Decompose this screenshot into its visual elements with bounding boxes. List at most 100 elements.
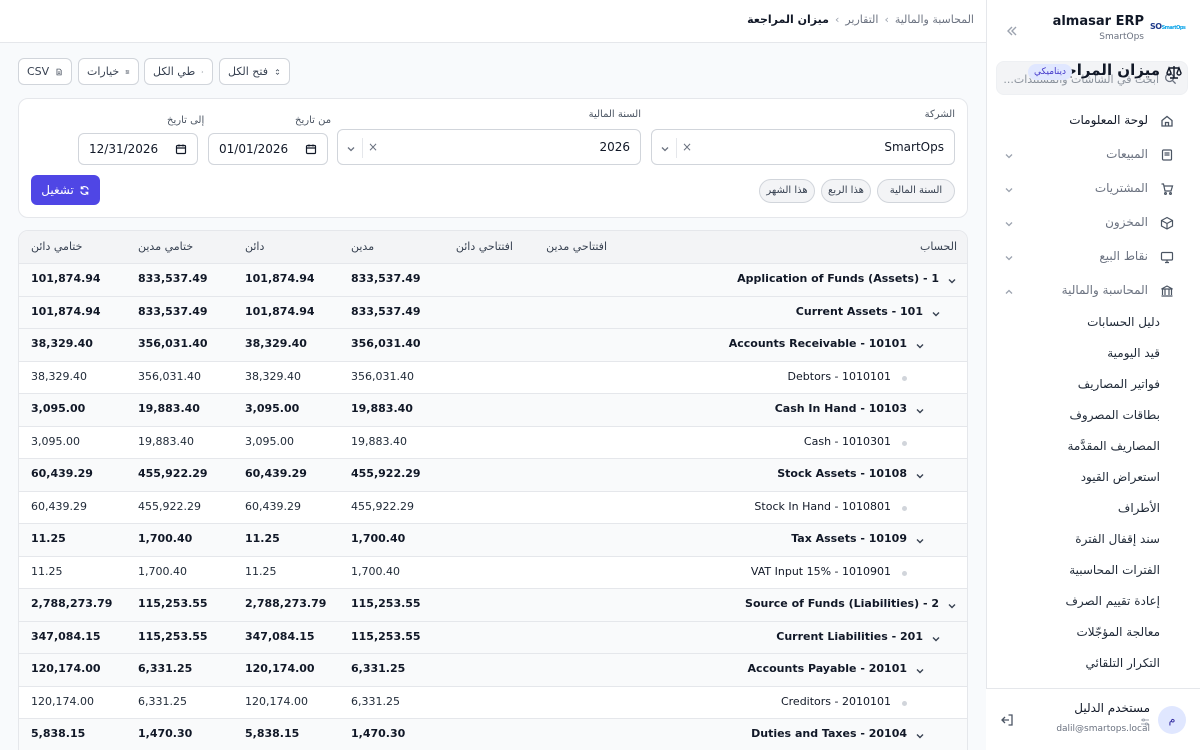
sidebar-subitem-period-closing[interactable]: سند إقفال الفترة bbox=[1020, 532, 1160, 556]
to-date-input[interactable]: 12/31/2026 bbox=[78, 133, 198, 165]
credit-cell: 11.25 bbox=[245, 565, 277, 578]
chevron-down-icon[interactable] bbox=[947, 275, 957, 285]
table-row[interactable]: Cash In Hand - 10103 19,883.40 3,095.00 19,… bbox=[19, 394, 967, 427]
preset-this-month-chip[interactable]: هذا الشهر bbox=[759, 179, 815, 203]
closing-credit-cell: 3,095.00 bbox=[31, 435, 80, 448]
expand-all-button[interactable]: فتح الكل bbox=[219, 58, 290, 85]
closing-debit-cell: 6,331.25 bbox=[138, 695, 187, 708]
table-row[interactable]: Application of Funds (Assets) - 1 833,537… bbox=[19, 264, 967, 297]
avatar[interactable]: م bbox=[1158, 706, 1186, 734]
table-row[interactable]: Stock Assets - 10108 455,922.29 60,439.29 4… bbox=[19, 459, 967, 492]
select-divider bbox=[362, 138, 363, 158]
bank-icon bbox=[1160, 284, 1174, 298]
sidebar-subitem-deferrals[interactable]: معالجة المؤجّلات bbox=[1020, 625, 1160, 649]
credit-cell: 2,788,273.79 bbox=[245, 597, 327, 610]
chevron-down-icon[interactable] bbox=[915, 405, 925, 415]
chevron-down-icon[interactable] bbox=[915, 730, 925, 740]
refresh-icon bbox=[80, 185, 89, 195]
collapse-all-button[interactable]: طي الكل bbox=[144, 58, 213, 85]
leaf-dot bbox=[902, 506, 907, 511]
csv-label: CSV bbox=[27, 65, 50, 78]
sidebar-item-accounting[interactable]: المحاسبة والمالية bbox=[996, 277, 1188, 305]
chevron-down-icon[interactable] bbox=[660, 143, 670, 153]
chevron-down-icon[interactable] bbox=[346, 143, 356, 153]
closing-debit-cell: 356,031.40 bbox=[138, 370, 201, 383]
col-account: الحساب bbox=[919, 240, 957, 253]
calendar-icon[interactable] bbox=[305, 143, 317, 155]
receipt-icon bbox=[1160, 148, 1174, 162]
table-header: الحساب افتتاحي مدين افتتاحي دائن مدين دا… bbox=[19, 231, 967, 264]
table-row: Creditors - 2010101 6,331.25 120,174.00 6,3… bbox=[19, 687, 967, 719]
from-date-input[interactable]: 01/01/2026 bbox=[208, 133, 328, 165]
breadcrumb-current: ميزان المراجعة bbox=[747, 13, 829, 26]
user-panel: م مستخدم الدليل dalil@smartops.local bbox=[986, 688, 1200, 750]
table-row[interactable]: Duties and Taxes - 20104 1,470.30 5,838.15… bbox=[19, 719, 967, 750]
sidebar-subitem-expense-cards[interactable]: بطاقات المصروف bbox=[1020, 408, 1160, 432]
closing-debit-cell: 356,031.40 bbox=[138, 337, 208, 350]
sidebar-subitem-prepaid-expenses[interactable]: المصاريف المقدَّمة bbox=[1020, 439, 1160, 463]
company-select[interactable]: SmartOps × bbox=[651, 129, 955, 165]
sidebar-subitem-parties[interactable]: الأطراف bbox=[1020, 501, 1160, 525]
closing-credit-cell: 101,874.94 bbox=[31, 305, 101, 318]
box-icon bbox=[1160, 216, 1174, 230]
sidebar-subitem-accounting-periods[interactable]: الفترات المحاسبية bbox=[1020, 563, 1160, 587]
company-label: الشركة bbox=[924, 109, 955, 120]
table-row[interactable]: Current Liabilities - 201 115,253.55 347,0… bbox=[19, 622, 967, 654]
collapse-sidebar-icon[interactable] bbox=[1005, 24, 1019, 38]
sidebar-subitem-browse-entries[interactable]: استعراض القيود bbox=[1020, 470, 1160, 494]
chevron-down-icon[interactable] bbox=[947, 600, 957, 610]
account-name: VAT Input 15% - 1010901 bbox=[750, 565, 891, 578]
topbar: المحاسبة والمالية › التقارير › ميزان الم… bbox=[0, 0, 986, 43]
clear-fiscal-year-icon[interactable]: × bbox=[368, 140, 378, 154]
sidebar-item-dashboard[interactable]: لوحة المعلومات bbox=[996, 107, 1188, 135]
chevron-down-icon bbox=[1004, 150, 1014, 160]
sidebar-subitem-expense-invoices[interactable]: فواتير المصاريف bbox=[1020, 377, 1160, 401]
sidebar-subitem-auto-repeat[interactable]: التكرار التلقائي bbox=[1020, 656, 1160, 680]
chevron-down-icon[interactable] bbox=[931, 308, 941, 318]
chevron-down-icon[interactable] bbox=[915, 665, 925, 675]
logout-icon[interactable] bbox=[1000, 713, 1014, 727]
credit-cell: 3,095.00 bbox=[245, 402, 300, 415]
fiscal-year-select[interactable]: 2026 × bbox=[337, 129, 641, 165]
filter-card: الشركة SmartOps × السنة المالية 2026 × م… bbox=[18, 98, 968, 218]
account-name: Accounts Payable - 20101 bbox=[747, 662, 907, 675]
home-icon bbox=[1160, 114, 1174, 128]
credit-cell: 101,874.94 bbox=[245, 272, 315, 285]
account-name: Duties and Taxes - 20104 bbox=[751, 727, 907, 740]
sidebar-subitem-journal-entry[interactable]: قيد اليومية bbox=[1020, 346, 1160, 370]
table-row[interactable]: Accounts Receivable - 10101 356,031.40 38,… bbox=[19, 329, 967, 362]
table-row[interactable]: Source of Funds (Liabilities) - 2 115,253… bbox=[19, 589, 967, 622]
calendar-icon[interactable] bbox=[175, 143, 187, 155]
sidebar-item-inventory[interactable]: المخزون bbox=[996, 209, 1188, 237]
clear-company-icon[interactable]: × bbox=[682, 140, 692, 154]
credit-cell: 120,174.00 bbox=[245, 662, 315, 675]
breadcrumb-separator: › bbox=[884, 13, 889, 26]
account-name: Current Liabilities - 201 bbox=[776, 630, 923, 643]
sidebar-item-sales[interactable]: المبيعات bbox=[996, 141, 1188, 169]
sidebar-item-purchases[interactable]: المشتريات bbox=[996, 175, 1188, 203]
debit-cell: 19,883.40 bbox=[351, 435, 407, 448]
sidebar-subitem-chart-of-accounts[interactable]: دليل الحسابات bbox=[1020, 315, 1160, 339]
from-date-label: من تاريخ bbox=[295, 115, 332, 126]
credit-cell: 5,838.15 bbox=[245, 727, 300, 740]
breadcrumb-accounting[interactable]: المحاسبة والمالية bbox=[895, 13, 974, 26]
account-name: Debtors - 1010101 bbox=[787, 370, 891, 383]
run-button[interactable]: تشغيل bbox=[31, 175, 100, 205]
table-row[interactable]: Accounts Payable - 20101 6,331.25 120,174.… bbox=[19, 654, 967, 687]
preset-fiscal-year-chip[interactable]: السنة المالية bbox=[877, 179, 955, 203]
expand-all-label: فتح الكل bbox=[228, 65, 268, 78]
sidebar-subitem-exchange-revaluation[interactable]: إعادة تقييم الصرف bbox=[1020, 594, 1160, 618]
chevron-down-icon[interactable] bbox=[931, 633, 941, 643]
csv-export-button[interactable]: CSV bbox=[18, 58, 72, 85]
options-button[interactable]: خيارات bbox=[78, 58, 139, 85]
chevron-down-icon[interactable] bbox=[915, 470, 925, 480]
debit-cell: 833,537.49 bbox=[351, 305, 421, 318]
sidebar-item-pos[interactable]: نقاط البيع bbox=[996, 243, 1188, 271]
preset-this-quarter-chip[interactable]: هذا الربع bbox=[821, 179, 871, 203]
chevron-down-icon[interactable] bbox=[915, 535, 925, 545]
breadcrumb-reports[interactable]: التقارير bbox=[845, 13, 878, 26]
table-row: VAT Input 15% - 1010901 1,700.40 11.25 1,70… bbox=[19, 557, 967, 589]
table-row[interactable]: Tax Assets - 10109 1,700.40 11.25 1,700.40 1… bbox=[19, 524, 967, 557]
table-row[interactable]: Current Assets - 101 833,537.49 101,874.94… bbox=[19, 297, 967, 329]
chevron-down-icon[interactable] bbox=[915, 340, 925, 350]
